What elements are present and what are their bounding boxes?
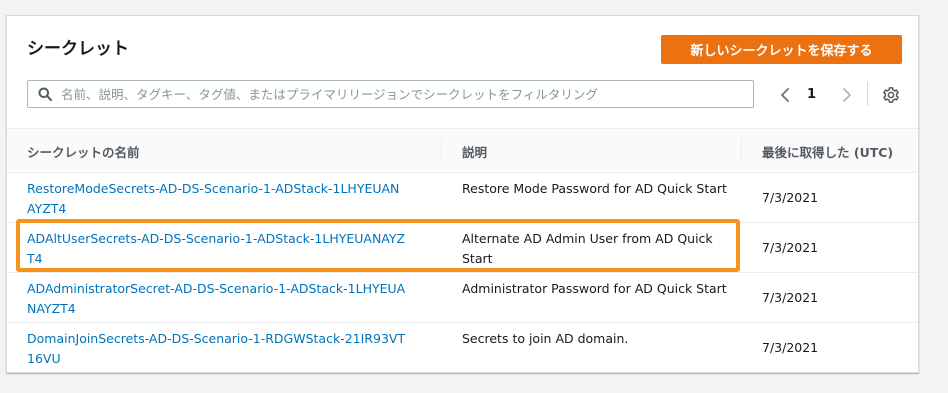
column-header-last-retrieved[interactable]: 最後に取得した (UTC) bbox=[762, 142, 893, 161]
secret-description: Secrets to join AD domain. bbox=[462, 331, 629, 346]
table-row: ADAltUserSecrets-AD-DS-Scenario-1-ADStac… bbox=[7, 223, 918, 273]
chevron-left-icon[interactable] bbox=[777, 86, 793, 104]
secret-last-retrieved: 7/3/2021 bbox=[762, 340, 819, 355]
search-input[interactable] bbox=[61, 84, 741, 104]
store-new-secret-button[interactable]: 新しいシークレットを保存する bbox=[661, 35, 902, 64]
chevron-right-icon[interactable] bbox=[839, 86, 855, 104]
secret-last-retrieved: 7/3/2021 bbox=[762, 190, 819, 205]
table-header: シークレットの名前 説明 最後に取得した (UTC) bbox=[7, 128, 918, 173]
secret-name-link[interactable]: RestoreModeSecrets-AD-DS-Scenario-1-ADSt… bbox=[27, 179, 407, 219]
secret-name-link[interactable]: ADAltUserSecrets-AD-DS-Scenario-1-ADStac… bbox=[27, 229, 407, 269]
table-row: DomainJoinSecrets-AD-DS-Scenario-1-RDGWS… bbox=[7, 323, 918, 373]
page-title: シークレット bbox=[27, 39, 129, 59]
table-row: ADAdministratorSecret-AD-DS-Scenario-1-A… bbox=[7, 273, 918, 323]
secret-description: Restore Mode Password for AD Quick Start bbox=[462, 181, 727, 196]
gear-icon[interactable] bbox=[882, 86, 900, 104]
secrets-panel: シークレット 新しいシークレットを保存する 1 シークレットの名前 説明 最後に… bbox=[6, 15, 919, 373]
column-header-name[interactable]: シークレットの名前 bbox=[27, 142, 140, 161]
current-page-number[interactable]: 1 bbox=[807, 87, 816, 102]
secret-name-link[interactable]: DomainJoinSecrets-AD-DS-Scenario-1-RDGWS… bbox=[27, 329, 407, 369]
search-icon bbox=[38, 87, 52, 101]
secret-description: Alternate AD Admin User from AD Quick St… bbox=[462, 231, 713, 266]
table-row: RestoreModeSecrets-AD-DS-Scenario-1-ADSt… bbox=[7, 173, 918, 223]
secret-name-link[interactable]: ADAdministratorSecret-AD-DS-Scenario-1-A… bbox=[27, 279, 407, 319]
toolbar-divider bbox=[867, 82, 868, 106]
search-box[interactable] bbox=[27, 80, 754, 108]
secret-last-retrieved: 7/3/2021 bbox=[762, 240, 819, 255]
secret-last-retrieved: 7/3/2021 bbox=[762, 290, 819, 305]
column-separator bbox=[441, 139, 442, 161]
secret-description: Administrator Password for AD Quick Star… bbox=[462, 281, 727, 296]
column-header-description[interactable]: 説明 bbox=[462, 142, 487, 161]
column-separator bbox=[741, 139, 742, 161]
